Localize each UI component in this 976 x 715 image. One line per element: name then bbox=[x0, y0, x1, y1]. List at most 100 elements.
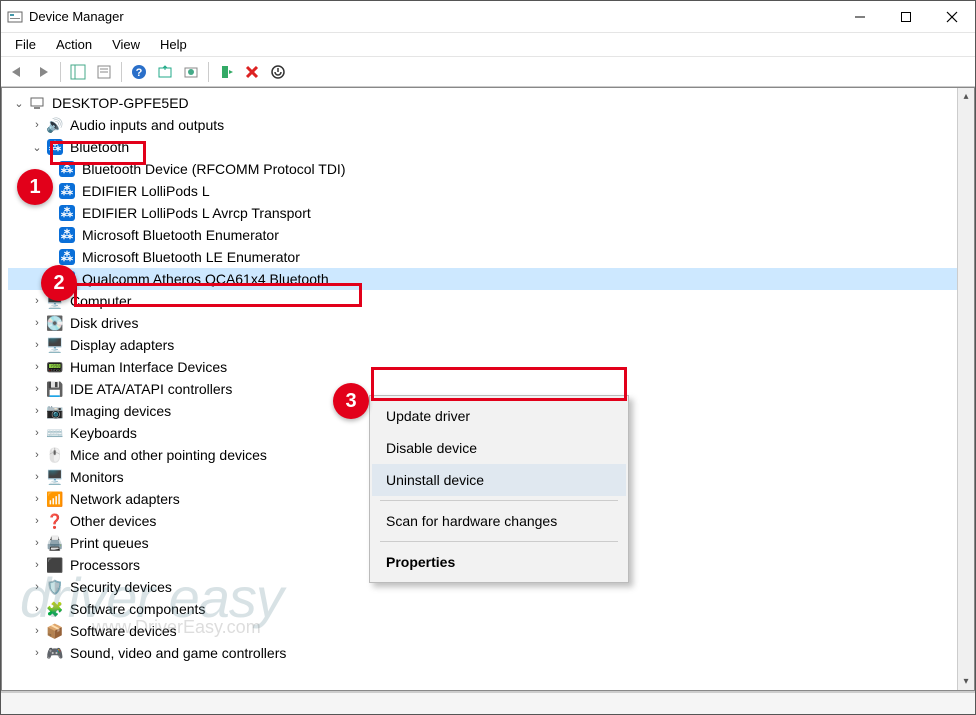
software-icon: 📦 bbox=[46, 622, 64, 640]
chevron-right-icon[interactable]: › bbox=[30, 404, 44, 418]
chevron-right-icon[interactable]: › bbox=[30, 448, 44, 462]
disk-icon: 💽 bbox=[46, 314, 64, 332]
chevron-right-icon[interactable]: › bbox=[30, 294, 44, 308]
tree-root[interactable]: ⌄ DESKTOP-GPFE5ED bbox=[8, 92, 974, 114]
tree-category-sound[interactable]: ›🎮Sound, video and game controllers bbox=[8, 642, 974, 664]
annotation-3: 3 bbox=[333, 383, 369, 419]
vertical-scrollbar[interactable]: ▴ ▾ bbox=[957, 88, 974, 690]
chevron-down-icon[interactable]: ⌄ bbox=[12, 96, 26, 110]
tree-bluetooth-child[interactable]: ⁂ Microsoft Bluetooth LE Enumerator bbox=[8, 246, 974, 268]
tree-bluetooth-child[interactable]: ⁂ EDIFIER LolliPods L bbox=[8, 180, 974, 202]
tree-category-softdev[interactable]: ›📦Software devices bbox=[8, 620, 974, 642]
shield-icon: 🛡️ bbox=[46, 578, 64, 596]
bluetooth-icon: ⁂ bbox=[58, 248, 76, 266]
annotation-2: 2 bbox=[41, 265, 77, 301]
chevron-right-icon[interactable]: › bbox=[30, 514, 44, 528]
tree-bluetooth-child[interactable]: ⁂ Microsoft Bluetooth Enumerator bbox=[8, 224, 974, 246]
sound-icon: 🎮 bbox=[46, 644, 64, 662]
tree-bluetooth-child[interactable]: ⁂ EDIFIER LolliPods L Avrcp Transport bbox=[8, 202, 974, 224]
chevron-right-icon[interactable]: › bbox=[30, 536, 44, 550]
chevron-right-icon[interactable]: › bbox=[30, 360, 44, 374]
tree-category-computer[interactable]: ›🖥️Computer bbox=[8, 290, 974, 312]
tree-category-hid[interactable]: ›📟Human Interface Devices bbox=[8, 356, 974, 378]
ctx-properties[interactable]: Properties bbox=[372, 546, 626, 578]
statusbar bbox=[1, 692, 975, 714]
ide-icon: 💾 bbox=[46, 380, 64, 398]
update-driver-button[interactable] bbox=[179, 60, 203, 84]
scroll-down-arrow[interactable]: ▾ bbox=[958, 673, 975, 690]
titlebar: Device Manager bbox=[1, 1, 975, 33]
device-tree-panel: ⌄ DESKTOP-GPFE5ED › 🔊 Audio inputs and o… bbox=[1, 87, 975, 691]
close-button[interactable] bbox=[929, 1, 975, 33]
tree-bluetooth-child-selected[interactable]: ⁂ Qualcomm Atheros QCA61x4 Bluetooth bbox=[8, 268, 974, 290]
chevron-right-icon[interactable]: › bbox=[30, 338, 44, 352]
ctx-separator bbox=[380, 541, 618, 542]
content-area: ⌄ DESKTOP-GPFE5ED › 🔊 Audio inputs and o… bbox=[1, 87, 975, 692]
hid-icon: 📟 bbox=[46, 358, 64, 376]
ctx-disable-device[interactable]: Disable device bbox=[372, 432, 626, 464]
tree-category-disk[interactable]: ›💽Disk drives bbox=[8, 312, 974, 334]
scan-hardware-button[interactable] bbox=[153, 60, 177, 84]
show-hide-tree-button[interactable] bbox=[66, 60, 90, 84]
minimize-button[interactable] bbox=[837, 1, 883, 33]
menubar: File Action View Help bbox=[1, 33, 975, 57]
bluetooth-icon: ⁂ bbox=[58, 182, 76, 200]
bluetooth-icon: ⁂ bbox=[58, 226, 76, 244]
camera-icon: 📷 bbox=[46, 402, 64, 420]
cpu-icon: ⬛ bbox=[46, 556, 64, 574]
bluetooth-icon: ⁂ bbox=[46, 138, 64, 156]
chevron-down-icon[interactable]: ⌄ bbox=[30, 140, 44, 154]
mouse-icon: 🖱️ bbox=[46, 446, 64, 464]
enable-device-button[interactable] bbox=[214, 60, 238, 84]
tree-bluetooth-child[interactable]: ⁂ Bluetooth Device (RFCOMM Protocol TDI) bbox=[8, 158, 974, 180]
menu-view[interactable]: View bbox=[102, 35, 150, 54]
tree-root-label: DESKTOP-GPFE5ED bbox=[52, 95, 189, 111]
chevron-right-icon[interactable]: › bbox=[30, 580, 44, 594]
window-title: Device Manager bbox=[29, 9, 124, 24]
tree-category-bluetooth[interactable]: ⌄ ⁂ Bluetooth bbox=[8, 136, 974, 158]
properties-button[interactable] bbox=[92, 60, 116, 84]
ctx-uninstall-device[interactable]: Uninstall device bbox=[372, 464, 626, 496]
forward-button[interactable] bbox=[31, 60, 55, 84]
ctx-separator bbox=[380, 500, 618, 501]
menu-file[interactable]: File bbox=[5, 35, 46, 54]
printer-icon: 🖨️ bbox=[46, 534, 64, 552]
ctx-update-driver[interactable]: Update driver bbox=[372, 400, 626, 432]
computer-icon bbox=[28, 94, 46, 112]
help-button[interactable]: ? bbox=[127, 60, 151, 84]
back-button[interactable] bbox=[5, 60, 29, 84]
bluetooth-icon: ⁂ bbox=[58, 160, 76, 178]
tree-category-display[interactable]: ›🖥️Display adapters bbox=[8, 334, 974, 356]
speaker-icon: 🔊 bbox=[46, 116, 64, 134]
disable-device-button[interactable] bbox=[266, 60, 290, 84]
chevron-right-icon[interactable]: › bbox=[30, 646, 44, 660]
scroll-up-arrow[interactable]: ▴ bbox=[958, 88, 975, 105]
chevron-right-icon[interactable]: › bbox=[30, 118, 44, 132]
network-icon: 📶 bbox=[46, 490, 64, 508]
chevron-right-icon[interactable]: › bbox=[30, 624, 44, 638]
toolbar: ? bbox=[1, 57, 975, 87]
keyboard-icon: ⌨️ bbox=[46, 424, 64, 442]
display-icon: 🖥️ bbox=[46, 336, 64, 354]
other-icon: ❓ bbox=[46, 512, 64, 530]
monitor-icon: 🖥️ bbox=[46, 468, 64, 486]
tree-category-audio[interactable]: › 🔊 Audio inputs and outputs bbox=[8, 114, 974, 136]
svg-text:?: ? bbox=[136, 67, 143, 79]
chevron-right-icon[interactable]: › bbox=[30, 492, 44, 506]
uninstall-device-button[interactable] bbox=[240, 60, 264, 84]
tree-category-softcomp[interactable]: ›🧩Software components bbox=[8, 598, 974, 620]
component-icon: 🧩 bbox=[46, 600, 64, 618]
chevron-right-icon[interactable]: › bbox=[30, 316, 44, 330]
bluetooth-icon: ⁂ bbox=[58, 204, 76, 222]
chevron-right-icon[interactable]: › bbox=[30, 558, 44, 572]
ctx-scan-hardware[interactable]: Scan for hardware changes bbox=[372, 505, 626, 537]
maximize-button[interactable] bbox=[883, 1, 929, 33]
chevron-right-icon[interactable]: › bbox=[30, 426, 44, 440]
chevron-right-icon[interactable]: › bbox=[30, 470, 44, 484]
menu-help[interactable]: Help bbox=[150, 35, 197, 54]
window-controls bbox=[837, 1, 975, 33]
chevron-right-icon[interactable]: › bbox=[30, 382, 44, 396]
menu-action[interactable]: Action bbox=[46, 35, 102, 54]
context-menu: Update driver Disable device Uninstall d… bbox=[369, 395, 629, 583]
chevron-right-icon[interactable]: › bbox=[30, 602, 44, 616]
